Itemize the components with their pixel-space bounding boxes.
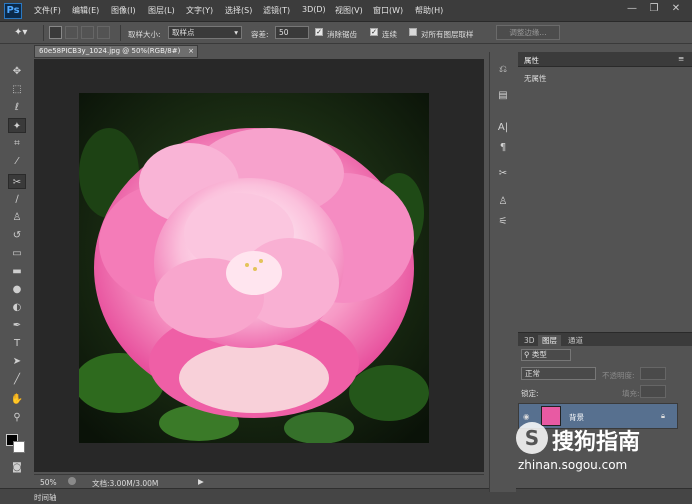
menu-type[interactable]: 文字(Y) — [186, 5, 213, 16]
layers-panel-tabs: 3D 图层 通道 — [518, 332, 692, 347]
opacity-input[interactable] — [640, 367, 666, 380]
document-tab[interactable]: 60e58PICB3y_1024.jpg @ 50%(RGB/8#) × — [34, 45, 198, 58]
layer-filter-select[interactable]: ⚲ 类型 — [521, 349, 571, 361]
crop-tool-icon[interactable]: ⌗ — [8, 136, 26, 151]
toolbox: ✥ ⬚ ℓ ✦ ⌗ ⁄ ✂ ∕ ♙ ↺ ▭ ▬ ● ◐ ✒ T ➤ ╱ ✋ ⚲ … — [4, 60, 30, 480]
subtract-from-selection-icon[interactable] — [81, 26, 94, 39]
line-tool-icon[interactable]: ╱ — [8, 372, 26, 387]
sample-size-label: 取样大小: — [128, 30, 161, 39]
fill-input[interactable] — [640, 385, 666, 398]
tolerance-label: 容差: — [251, 30, 269, 39]
blend-mode-value: 正常 — [525, 369, 540, 378]
sample-all-layers-checkbox[interactable] — [409, 28, 417, 36]
blur-tool-icon[interactable]: ● — [8, 282, 26, 297]
intersect-selection-icon[interactable] — [97, 26, 110, 39]
menu-file[interactable]: 文件(F) — [34, 5, 61, 16]
divider — [120, 25, 121, 41]
quick-mask-icon[interactable]: ◙ — [8, 460, 26, 475]
paragraph-panel-icon[interactable]: ¶ — [495, 140, 511, 156]
layer-filter-kind: 类型 — [531, 350, 547, 359]
menu-select[interactable]: 选择(S) — [225, 5, 252, 16]
properties-panel-body: 无属性 — [518, 67, 692, 332]
properties-panel-header: 属性 ≡ — [518, 52, 692, 67]
status-bar: 50% 文档:3.00M/3.00M ▶ — [34, 474, 484, 488]
gradient-tool-icon[interactable]: ▬ — [8, 264, 26, 279]
antialias-label: 消除锯齿 — [327, 30, 357, 39]
close-document-icon[interactable]: × — [188, 46, 194, 57]
properties-panel-title[interactable]: 属性 — [524, 55, 539, 66]
hand-tool-icon[interactable]: ✋ — [8, 392, 26, 407]
menu-window[interactable]: 窗口(W) — [373, 5, 403, 16]
magic-wand-preset-icon[interactable]: ✦▾ — [14, 26, 32, 40]
path-selection-tool-icon[interactable]: ➤ — [8, 354, 26, 369]
close-window-button[interactable]: ✕ — [666, 2, 686, 16]
brush-tool-icon[interactable]: ∕ — [8, 192, 26, 207]
rose-photo[interactable] — [79, 93, 429, 443]
contiguous-checkbox[interactable]: ✓ — [370, 28, 378, 36]
watermark-url: zhinan.sogou.com — [518, 458, 628, 472]
eyedropper-tool-icon[interactable]: ⁄ — [8, 154, 26, 169]
sample-size-value: 取样点 — [172, 28, 195, 37]
sample-size-select[interactable]: 取样点 ▾ — [168, 26, 242, 39]
new-selection-icon[interactable] — [49, 26, 62, 39]
lasso-tool-icon[interactable]: ℓ — [8, 100, 26, 115]
contiguous-label: 连续 — [382, 30, 397, 39]
antialias-checkbox[interactable]: ✓ — [315, 28, 323, 36]
pen-tool-icon[interactable]: ✒ — [8, 318, 26, 333]
tolerance-input[interactable]: 50 — [275, 26, 309, 39]
move-tool-icon[interactable]: ✥ — [8, 64, 26, 79]
character-panel-icon[interactable]: A| — [495, 120, 511, 136]
panel-menu-icon[interactable]: ≡ — [678, 54, 684, 63]
fill-label: 填充: — [622, 389, 640, 398]
menu-view[interactable]: 视图(V) — [335, 5, 363, 16]
menu-edit[interactable]: 编辑(E) — [72, 5, 99, 16]
photoshop-logo: Ps — [4, 3, 22, 19]
zoom-level[interactable]: 50% — [40, 478, 57, 487]
background-color-swatch[interactable] — [13, 441, 25, 453]
menu-bar: Ps 文件(F) 编辑(E) 图像(I) 图层(L) 文字(Y) 选择(S) 滤… — [0, 0, 692, 22]
refine-edge-button[interactable]: 调整边缘... — [496, 25, 560, 40]
opacity-label: 不透明度: — [602, 371, 635, 380]
sample-all-layers-label: 对所有图层取样 — [421, 30, 474, 39]
type-tool-icon[interactable]: T — [8, 336, 26, 351]
marquee-tool-icon[interactable]: ⬚ — [8, 82, 26, 97]
dodge-tool-icon[interactable]: ◐ — [8, 300, 26, 315]
document-title: 60e58PICB3y_1024.jpg @ 50%(RGB/8#) — [39, 47, 181, 55]
lock-label: 锁定: — [521, 389, 539, 398]
history-brush-tool-icon[interactable]: ↺ — [8, 228, 26, 243]
zoom-tool-icon[interactable]: ⚲ — [8, 410, 26, 425]
minimize-button[interactable]: — — [622, 2, 642, 16]
panel-icon-strip: ⎌ ▤ A| ¶ ✂ ♙ ⚟ — [489, 52, 516, 492]
menu-help[interactable]: 帮助(H) — [415, 5, 443, 16]
status-menu-arrow-icon[interactable]: ▶ — [198, 477, 204, 486]
adjustments-icon[interactable]: ⚟ — [495, 214, 511, 230]
timeline-panel: 时间轴 — [0, 488, 692, 504]
info-panel-icon[interactable]: ▤ — [495, 88, 511, 104]
menu-3d[interactable]: 3D(D) — [302, 5, 326, 14]
watermark-brand: 搜狗指南 — [552, 430, 641, 455]
chevron-down-icon: ▾ — [234, 28, 238, 37]
rose-image — [79, 93, 429, 443]
blend-mode-select[interactable]: 正常 — [521, 367, 596, 380]
eraser-tool-icon[interactable]: ▭ — [8, 246, 26, 261]
tool-presets-icon[interactable]: ✂ — [495, 166, 511, 182]
divider — [43, 25, 44, 41]
timeline-label[interactable]: 时间轴 — [34, 492, 57, 503]
restore-button[interactable]: ❐ — [644, 2, 664, 16]
history-panel-icon[interactable]: ⎌ — [495, 62, 511, 78]
clone-stamp-tool-icon[interactable]: ♙ — [8, 210, 26, 225]
add-to-selection-icon[interactable] — [65, 26, 78, 39]
no-properties-text: 无属性 — [524, 74, 547, 83]
menu-image[interactable]: 图像(I) — [111, 5, 136, 16]
menu-layer[interactable]: 图层(L) — [148, 5, 175, 16]
clone-source-icon[interactable]: ♙ — [495, 194, 511, 210]
sogou-watermark: S 搜狗指南 zhinan.sogou.com — [516, 420, 686, 472]
sogou-logo-icon: S — [516, 422, 548, 454]
magic-wand-tool-icon[interactable]: ✦ — [8, 118, 26, 133]
search-icon: ⚲ — [524, 350, 532, 359]
menu-filter[interactable]: 滤镜(T) — [263, 5, 290, 16]
status-info-icon[interactable] — [68, 477, 76, 485]
options-bar: ✦▾ 取样大小: 取样点 ▾ 容差: 50 ✓ 消除锯齿 ✓ 连续 对所有图层取样… — [0, 22, 692, 44]
healing-brush-tool-icon[interactable]: ✂ — [8, 174, 26, 189]
